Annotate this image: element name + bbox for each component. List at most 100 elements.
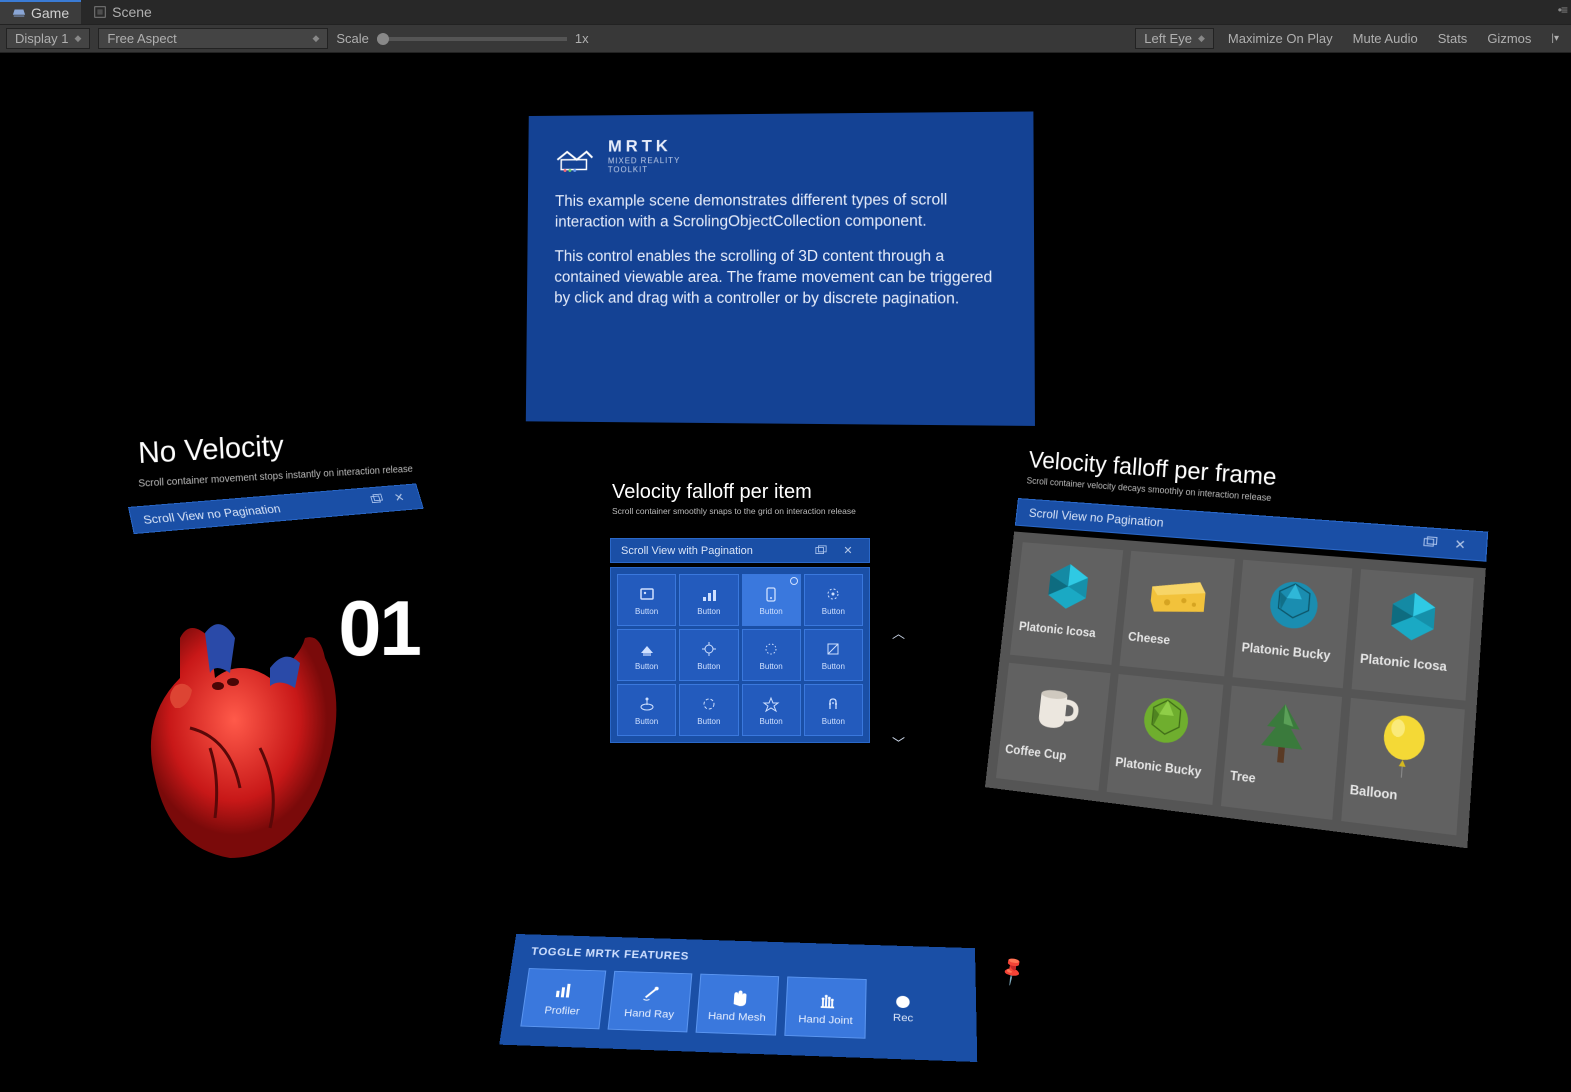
panel-menu-icon[interactable]: •≡: [1558, 3, 1567, 17]
button-label: Button: [822, 662, 845, 671]
button-icon: [638, 585, 656, 603]
button-icon: [700, 585, 718, 603]
record-icon: [896, 996, 910, 1009]
model-card[interactable]: Coffee Cup: [996, 663, 1110, 791]
window-icon[interactable]: [1423, 535, 1449, 551]
gizmos-button[interactable]: Gizmos: [1481, 29, 1537, 48]
chevron-down-icon: ◆: [1198, 33, 1205, 44]
slider-thumb-icon: [377, 33, 389, 45]
game-view[interactable]: MRTK MIXED REALITY TOOLKIT This example …: [0, 53, 1571, 1092]
card-label: Platonic Icosa: [1358, 653, 1461, 693]
model-thumbnail: [1351, 705, 1458, 789]
button-icon: [762, 695, 780, 713]
hand-icon: [726, 985, 750, 1006]
display-dropdown[interactable]: Display 1 ◆: [6, 28, 90, 49]
grid-button[interactable]: Button: [742, 684, 801, 736]
grid-button[interactable]: Button: [617, 574, 676, 626]
model-thumbnail: [1361, 576, 1466, 656]
model-thumbnail: [1020, 549, 1116, 623]
grid-button[interactable]: Button: [742, 629, 801, 681]
heart-model[interactable]: [120, 608, 360, 868]
tab-scene[interactable]: Scene: [81, 1, 164, 23]
grid-button[interactable]: Button: [617, 684, 676, 736]
close-icon[interactable]: ✕: [1447, 536, 1473, 553]
mrtk-logo-text: MRTK MIXED REALITY TOOLKIT: [608, 136, 681, 174]
button-label: Button: [760, 607, 783, 616]
grid-button[interactable]: Button: [679, 629, 738, 681]
pin-icon[interactable]: 📌: [995, 953, 1030, 988]
mid-title-bar: Scroll View with Pagination ✕: [610, 538, 870, 563]
info-paragraph-1: This example scene demonstrates differen…: [555, 190, 1006, 233]
left-scroll-panel[interactable]: Scroll View no Pagination ✕: [128, 483, 424, 534]
model-card[interactable]: Cheese: [1119, 551, 1235, 676]
button-label: Button: [697, 607, 720, 616]
toggle-hand-mesh-button[interactable]: Hand Mesh: [696, 974, 780, 1036]
mute-audio-button[interactable]: Mute Audio: [1347, 29, 1424, 48]
card-label: Coffee Cup: [1003, 743, 1096, 783]
mid-scroll-panel[interactable]: Scroll View with Pagination ✕ ButtonButt…: [610, 538, 870, 743]
chevron-down-icon: ◆: [312, 33, 319, 44]
model-thumbnail: [1231, 693, 1334, 775]
button-icon: [824, 695, 842, 713]
maximize-on-play-button[interactable]: Maximize On Play: [1222, 29, 1339, 48]
model-thumbnail: [1117, 681, 1217, 761]
close-icon[interactable]: ✕: [388, 490, 411, 505]
toggle-header: TOGGLE MRTK FEATURES: [530, 947, 957, 971]
card-label: Balloon: [1348, 784, 1452, 828]
model-card[interactable]: Balloon: [1341, 698, 1465, 836]
grid-button[interactable]: Button: [742, 574, 801, 626]
model-card[interactable]: Platonic Bucky: [1106, 674, 1223, 805]
editor-chrome: •≡ Game Scene Display 1 ◆ Free Aspect ◆ …: [0, 0, 1571, 53]
stats-button[interactable]: Stats: [1432, 29, 1474, 48]
game-toolbar: Display 1 ◆ Free Aspect ◆ Scale 1x Left …: [0, 25, 1571, 53]
model-thumbnail: [1007, 670, 1104, 748]
grid-button[interactable]: Button: [679, 574, 738, 626]
scroll-down-button[interactable]: ﹀: [892, 733, 905, 752]
toggle-hand-joint-button[interactable]: Hand Joint: [784, 976, 866, 1038]
scene-icon: [93, 5, 107, 19]
window-icon[interactable]: [815, 545, 837, 557]
scale-label: Scale: [336, 31, 369, 46]
card-label: Cheese: [1126, 631, 1221, 669]
tab-bar: Game Scene: [0, 0, 1571, 25]
button-icon: [824, 640, 842, 658]
model-card[interactable]: Platonic Bucky: [1233, 560, 1352, 688]
button-icon: [762, 640, 780, 658]
grid-button[interactable]: Button: [617, 629, 676, 681]
gizmos-dropdown-icon[interactable]: |▾: [1545, 31, 1565, 46]
mid-heading: Velocity falloff per item: [612, 481, 812, 504]
right-scroll-panel[interactable]: Scroll View no Pagination ✕ Platonic Ico…: [985, 498, 1488, 848]
game-icon: [12, 6, 26, 20]
grid-button[interactable]: Button: [804, 684, 863, 736]
logo-sub2: TOOLKIT: [608, 165, 680, 174]
model-card[interactable]: Platonic Icosa: [1351, 569, 1474, 701]
scroll-up-button[interactable]: ︿: [892, 623, 905, 642]
eye-value: Left Eye: [1144, 31, 1192, 46]
grid-button[interactable]: Button: [679, 684, 738, 736]
button-icon: [700, 695, 718, 713]
mrtk-logo-icon: [555, 138, 594, 174]
tab-label: Scene: [112, 4, 152, 20]
right-card-grid: Platonic IcosaCheesePlatonic BuckyPlaton…: [985, 532, 1486, 849]
grid-button[interactable]: Button: [804, 629, 863, 681]
scale-slider[interactable]: [377, 37, 567, 41]
button-icon: [824, 585, 842, 603]
display-value: Display 1: [15, 31, 68, 46]
toggle-hand-ray-button[interactable]: Hand Ray: [608, 971, 693, 1033]
tab-label: Game: [31, 5, 69, 21]
scale-value: 1x: [575, 31, 589, 46]
tab-game[interactable]: Game: [0, 0, 81, 24]
close-icon[interactable]: ✕: [837, 544, 859, 557]
toggle-button-row: ProfilerHand RayHand MeshHand Joint Rec: [520, 968, 958, 1042]
model-card[interactable]: Tree: [1221, 686, 1342, 820]
bars-icon: [552, 980, 577, 1001]
button-label: Button: [822, 607, 845, 616]
toggle-profiler-button[interactable]: Profiler: [520, 968, 606, 1029]
record-button[interactable]: Rec: [893, 996, 913, 1025]
eye-dropdown[interactable]: Left Eye ◆: [1135, 28, 1214, 49]
model-thumbnail: [1129, 557, 1228, 633]
aspect-dropdown[interactable]: Free Aspect ◆: [98, 28, 328, 49]
model-card[interactable]: Platonic Icosa: [1010, 542, 1123, 665]
grid-button[interactable]: Button: [804, 574, 863, 626]
ray-icon: [639, 983, 663, 1004]
